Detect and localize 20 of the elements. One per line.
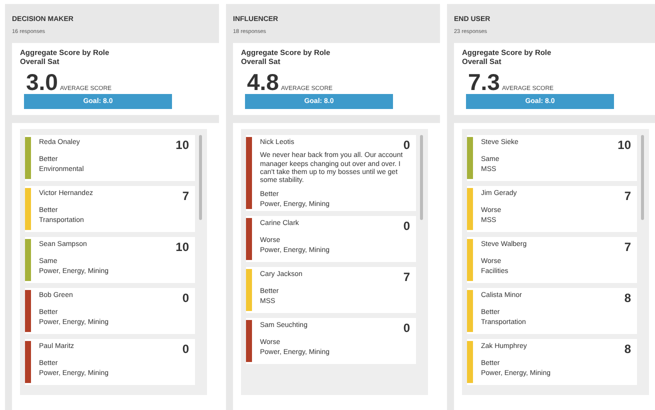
score: 0 <box>403 139 410 152</box>
scrollbar-thumb[interactable] <box>199 135 202 220</box>
score: 0 <box>403 322 410 334</box>
scrollbar-thumb[interactable] <box>420 135 423 220</box>
average-score: 3.0 <box>26 71 58 94</box>
average-score: 4.8 <box>247 71 279 94</box>
score: 10 <box>618 139 631 152</box>
score: 8 <box>624 343 631 356</box>
score: 7 <box>624 241 631 254</box>
score: 7 <box>403 270 410 283</box>
scrollbar-thumb[interactable] <box>641 135 644 220</box>
score: 0 <box>182 343 189 356</box>
score: 8 <box>624 292 631 304</box>
score: 0 <box>182 292 189 304</box>
score: 0 <box>403 220 410 232</box>
score: 7 <box>624 190 631 202</box>
average-score: 7.3 <box>468 71 500 94</box>
score: 10 <box>176 241 189 254</box>
score: 10 <box>176 139 189 152</box>
score: 7 <box>182 190 189 202</box>
